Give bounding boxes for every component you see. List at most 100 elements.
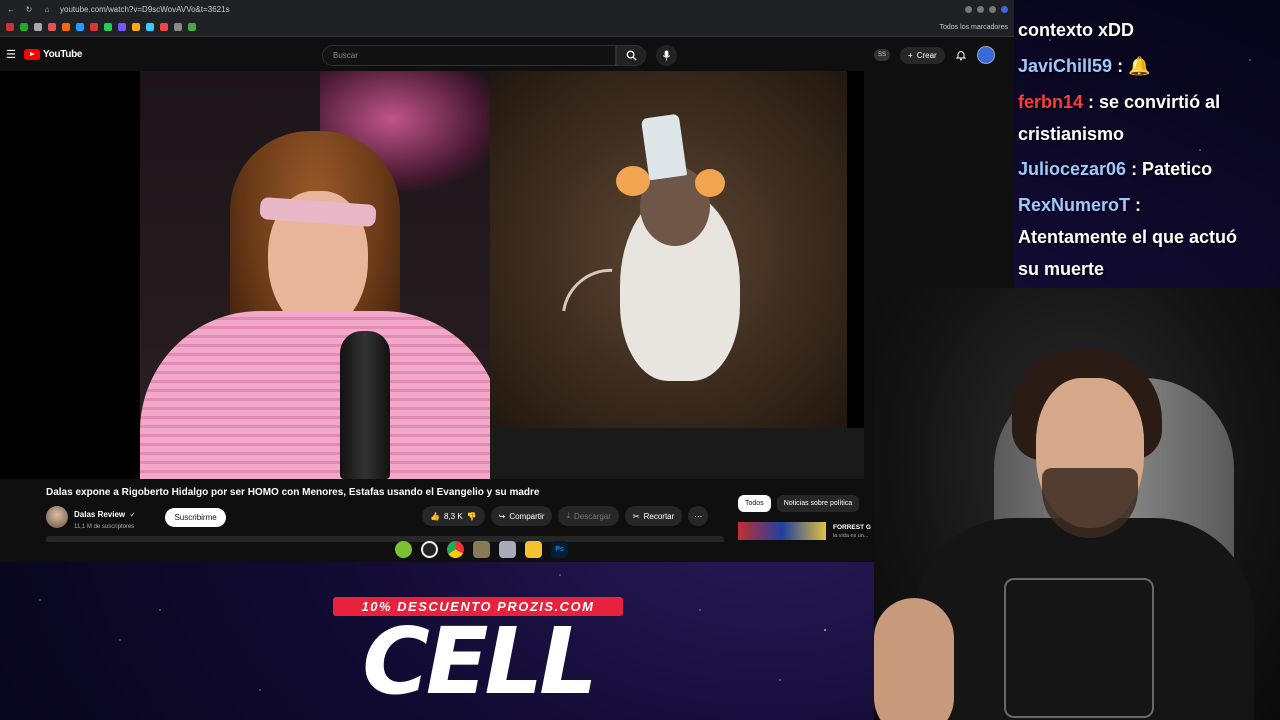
share-icon: ↪	[498, 511, 506, 521]
bookmark-icon[interactable]	[6, 23, 14, 31]
bookmark-icon[interactable]	[62, 23, 70, 31]
chat-user: Juliocezar06	[1018, 159, 1127, 179]
bookmark-icon[interactable]	[174, 23, 182, 31]
mouse-ear	[616, 166, 650, 196]
mouse-ear	[695, 169, 725, 197]
reload-icon[interactable]: ↻	[24, 5, 34, 14]
download-button[interactable]: ⤓ Descargar	[558, 506, 619, 526]
chat-message: Juliocezar06 : Patetico	[1018, 159, 1212, 180]
youtube-logo[interactable]: YouTube	[24, 48, 83, 60]
chat-text: contexto xDD	[1018, 20, 1135, 40]
search-input[interactable]: Buscar	[322, 45, 616, 66]
ss-badge[interactable]: SS	[874, 49, 891, 61]
bookmark-icon[interactable]	[188, 23, 196, 31]
more-options-icon[interactable]: ⋯	[688, 506, 709, 526]
channel-info: Dalas Review ✔ 11,1 M de suscriptores	[74, 504, 135, 530]
verified-icon: ✔	[129, 512, 136, 519]
extension-icon[interactable]	[989, 5, 996, 13]
photoshop-icon[interactable]: Ps	[551, 541, 568, 558]
home-icon[interactable]: ⌂	[42, 5, 52, 14]
microphone-icon	[662, 50, 671, 61]
chat-user: ferbn14	[1018, 92, 1084, 112]
video-background-strip	[490, 428, 864, 479]
youtube-play-icon	[24, 48, 40, 60]
chat-text: cristianismo	[1018, 124, 1125, 144]
like-button[interactable]: 👍 8,3 K 👎	[422, 506, 485, 526]
promo-logo-text: CELL	[362, 608, 598, 715]
chat-message: contexto xDD	[1018, 20, 1134, 41]
channel-avatar[interactable]	[46, 506, 68, 528]
stream-overlay: ← ↻ ⌂ youtube.com/watch?v=D9scWovAVVo&t=…	[0, 0, 1280, 720]
browser-window: ← ↻ ⌂ youtube.com/watch?v=D9scWovAVVo&t=…	[0, 0, 1014, 562]
recommendation-subtitle: la vida es un...	[833, 533, 869, 539]
account-avatar[interactable]	[976, 46, 995, 64]
menu-icon[interactable]: ☰	[6, 48, 20, 61]
download-icon: ⤓	[566, 511, 570, 520]
chip-all[interactable]: Todos	[738, 495, 771, 512]
video-player[interactable]	[0, 71, 864, 479]
bookmark-icon[interactable]	[132, 23, 140, 31]
folder-icon[interactable]	[525, 541, 542, 558]
bookmark-icon[interactable]	[146, 23, 154, 31]
chat-user: JaviChill59	[1018, 56, 1113, 76]
bookmark-icon[interactable]	[160, 23, 168, 31]
bookmark-icon[interactable]	[118, 23, 126, 31]
plus-icon: +	[908, 50, 913, 60]
thumbs-up-icon: 👍	[430, 511, 440, 521]
shirt-print	[1004, 578, 1154, 718]
url-field[interactable]: youtube.com/watch?v=D9scWovAVVo&t=3621s	[60, 5, 230, 14]
channel-name[interactable]: Dalas Review	[74, 510, 125, 519]
extension-icons	[965, 5, 1008, 13]
bookmark-icon[interactable]	[20, 23, 28, 31]
bookmark-icon[interactable]	[104, 23, 112, 31]
video-guest-frame	[140, 71, 502, 479]
subscribe-button[interactable]: Suscribirme	[165, 507, 226, 527]
recommendation-title[interactable]: FORREST G	[833, 524, 871, 531]
obs-icon[interactable]	[421, 541, 438, 558]
search-button[interactable]	[616, 45, 646, 66]
profile-icon[interactable]	[1001, 5, 1008, 13]
mouse-meme-overlay	[490, 71, 847, 428]
channel-row: Dalas Review ✔ 11,1 M de suscriptores Su…	[46, 504, 226, 530]
extension-icon[interactable]	[965, 5, 972, 13]
chat-text: : 🔔	[1112, 56, 1151, 76]
chat-message: ferbn14 : se convirtió al	[1018, 92, 1220, 113]
bookmark-icon[interactable]	[90, 23, 98, 31]
chat-message: JaviChill59 : 🔔	[1018, 56, 1150, 77]
chat-text: Atentamente el que actuó	[1018, 227, 1238, 247]
stream-chat: contexto xDD JaviChill59 : 🔔 ferbn14 : s…	[1014, 0, 1280, 288]
bookmark-icon[interactable]	[34, 23, 42, 31]
clip-button[interactable]: ✂ Recortar	[624, 506, 683, 526]
thumbs-down-icon[interactable]: 👎	[467, 512, 477, 521]
address-bar-row: ← ↻ ⌂ youtube.com/watch?v=D9scWovAVVo&t=…	[0, 0, 1014, 18]
extension-icon[interactable]	[977, 5, 984, 13]
chrome-icon[interactable]	[447, 541, 464, 558]
chip-politics-news[interactable]: Noticias sobre política	[776, 495, 860, 512]
back-icon[interactable]: ←	[6, 5, 16, 14]
podcast-microphone	[340, 331, 390, 479]
chat-message: su muerte	[1018, 259, 1104, 280]
taskbar: Ps	[395, 541, 568, 558]
chat-text: : se convirtió al	[1083, 92, 1221, 112]
all-bookmarks-link[interactable]: Todos los marcadores	[940, 24, 1008, 31]
recommendation-thumbnail[interactable]	[738, 522, 826, 540]
bookmark-icon[interactable]	[48, 23, 56, 31]
app-icon[interactable]	[395, 541, 412, 558]
chat-message: RexNumeroT :	[1018, 195, 1141, 216]
bookmarks-bar: Todos los marcadores	[0, 18, 1014, 37]
search-icon	[626, 50, 637, 61]
chat-message: Atentamente el que actuó	[1018, 227, 1237, 248]
description-box[interactable]	[46, 536, 724, 542]
share-button[interactable]: ↪ Compartir	[490, 506, 553, 526]
chat-text: : Patetico	[1126, 159, 1213, 179]
create-button[interactable]: + Crear	[900, 46, 945, 64]
related-chips: Todos Noticias sobre política	[738, 495, 860, 512]
voice-search-button[interactable]	[656, 45, 677, 66]
chat-text: :	[1130, 195, 1142, 215]
subscriber-count: 11,1 M de suscriptores	[74, 524, 135, 530]
video-title: Dalas expone a Rigoberto Hidalgo por ser…	[46, 487, 540, 498]
app-icon[interactable]	[473, 541, 490, 558]
bookmark-icon[interactable]	[76, 23, 84, 31]
notifications-bell-icon[interactable]	[955, 49, 967, 61]
app-icon[interactable]	[499, 541, 516, 558]
